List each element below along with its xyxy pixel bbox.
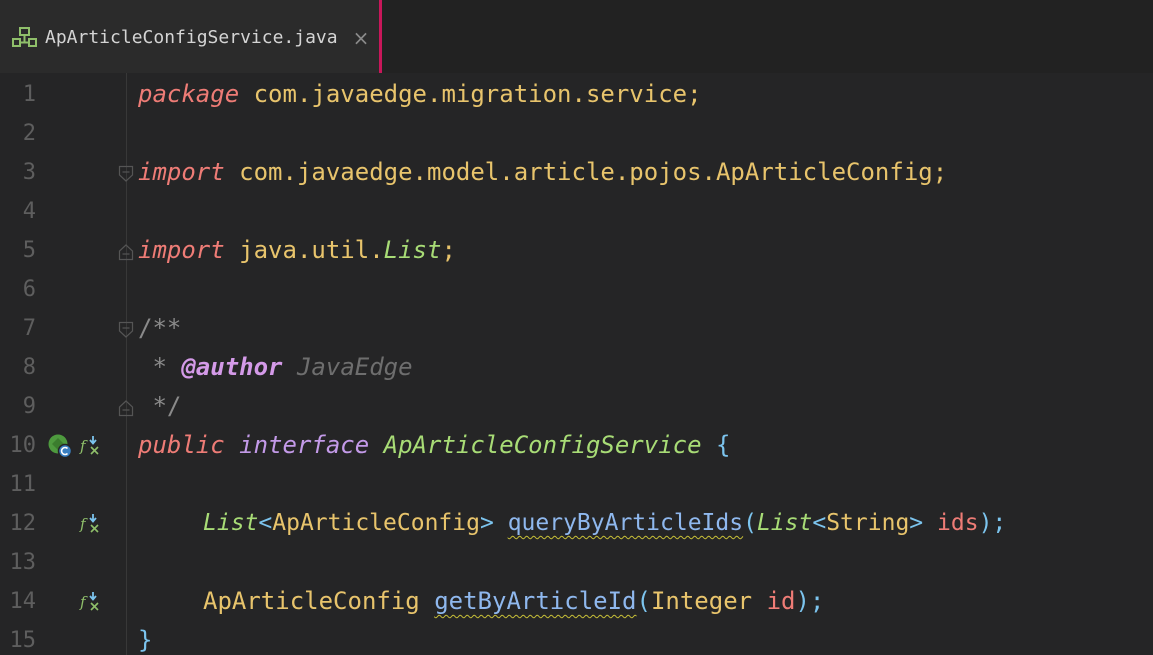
punctuation: ; [441,236,456,264]
keyword: import [138,236,225,264]
code-line: 11 [0,465,1153,504]
code-line: 6 [0,270,1153,309]
tab-apArticleConfigService[interactable]: ApArticleConfigService.java × [0,0,382,73]
code-line: 4 [0,192,1153,231]
line-number: 9 [22,394,36,419]
comment: /** [138,314,182,342]
ide-window: ApArticleConfigService.java × 1 package … [0,0,1153,655]
fold-open-icon[interactable] [118,321,134,339]
keyword: import [138,158,225,186]
code-line: 8 * @author JavaEdge [0,348,1153,387]
code-line: 14 f ApArticleConfig getByArticleId(Inte… [0,582,1153,621]
class-name: ApArticleConfig [272,510,480,536]
code-editor[interactable]: 1 package com.javaedge.migration.service… [0,73,1153,655]
svg-text:f: f [79,593,88,611]
code-line: 9 */ [0,387,1153,426]
line-number: 12 [9,511,37,536]
method-implementations-icon[interactable]: f [79,590,103,614]
line-number: 4 [22,199,36,224]
line-code: import com.javaedge.model.article.pojos.… [138,153,947,192]
comment: */ [152,392,182,420]
keyword: interface [239,431,370,459]
line-code: * @author JavaEdge [138,348,413,387]
class-name: String [826,510,910,536]
line-number: 2 [22,121,36,146]
punctuation: ); [978,510,1007,536]
code-line: 15 } [0,621,1153,655]
line-code: /** [138,309,181,348]
line-number: 1 [22,82,36,107]
line-code: public interface ApArticleConfigService … [138,426,730,465]
angle-bracket: > [479,510,494,536]
angle-bracket: < [258,510,273,536]
line-number: 14 [9,589,37,614]
interface-name: ApArticleConfigService [383,431,702,459]
line-code: ApArticleConfig getByArticleId(Integer i… [203,582,824,621]
brace: { [716,431,731,459]
line-code: package com.javaedge.migration.service; [138,75,702,114]
interface-file-icon [12,27,37,47]
line-number: 3 [22,160,36,185]
fold-open-icon[interactable] [118,165,134,183]
line-number: 7 [22,316,36,341]
angle-bracket: < [812,510,827,536]
line-code: */ [138,387,181,426]
method-implementations-icon[interactable]: f [79,512,103,536]
line-number: 15 [9,628,37,653]
javadoc-tag: @author [181,353,283,381]
angle-bracket: > [909,510,924,536]
method-name[interactable]: queryByArticleIds [508,510,743,536]
parameter: id [766,587,796,615]
code-line: 1 package com.javaedge.migration.service… [0,75,1153,114]
line-code: import java.util.List; [138,231,456,270]
package-name: com.javaedge.migration.service; [253,80,702,108]
type-name: List [383,236,442,264]
class-name: ApArticleConfig [203,587,420,615]
brace: } [138,626,153,654]
keyword: public [138,431,225,459]
line-code: } [138,621,152,655]
code-line: 10 f public interface ApArticleConfigSer… [0,426,1153,465]
keyword: package [138,80,240,108]
line-code: List<ApArticleConfig> queryByArticleIds(… [203,504,1006,543]
code-line: 12 f List<ApArticleConfig> queryByArticl… [0,504,1153,543]
svg-text:f: f [79,437,88,455]
comment-text: JavaEdge [296,353,413,381]
close-icon[interactable]: × [351,25,371,51]
punctuation: ); [795,587,825,615]
class-name: Integer [650,587,753,615]
line-number: 10 [9,433,37,458]
code-line: 7 /** [0,309,1153,348]
method-implementations-icon[interactable]: f [79,434,103,458]
type-name: List [756,510,813,536]
method-name[interactable]: getByArticleId [434,587,636,615]
code-line: 13 [0,543,1153,582]
implemented-interface-icon[interactable] [47,433,73,459]
paren: ( [636,587,651,615]
type-name: List [203,510,259,536]
comment: * [152,353,167,381]
line-number: 5 [22,238,36,263]
tab-title: ApArticleConfigService.java [45,27,338,48]
import-path: java.util. [239,236,384,264]
fold-close-icon[interactable] [118,243,134,261]
parameter: ids [937,510,979,536]
fold-close-icon[interactable] [118,399,134,417]
paren: ( [743,510,757,536]
line-number: 11 [9,472,37,497]
line-number: 6 [22,277,36,302]
line-number: 13 [9,550,37,575]
code-line: 5 import java.util.List; [0,231,1153,270]
code-line: 2 [0,114,1153,153]
code-line: 3 import com.javaedge.model.article.pojo… [0,153,1153,192]
svg-text:f: f [79,515,88,533]
import-path: com.javaedge.model.article.pojos.ApArtic… [239,158,948,186]
line-number: 8 [22,355,36,380]
editor-tab-bar: ApArticleConfigService.java × [0,0,1153,73]
